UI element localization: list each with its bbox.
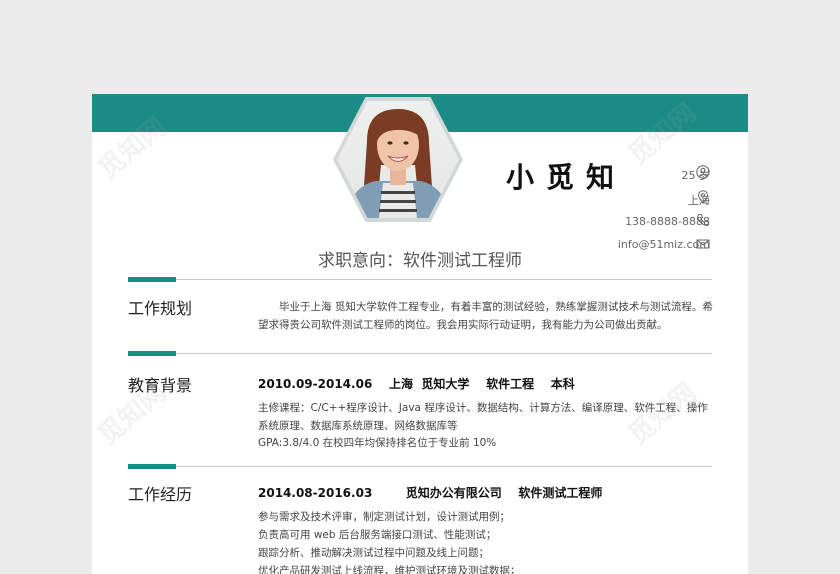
section-divider (128, 279, 712, 280)
education-gpa: GPA:3.8/4.0 在校四年均保持排名位于专业前 10% (258, 437, 497, 449)
work-item: 参与需求及技术评审，制定测试计划，设计测试用例； (258, 511, 510, 523)
location-pin-icon (697, 190, 709, 204)
work-item: 负责高可用 web 后台服务端接口测试、性能测试； (258, 529, 497, 541)
section-accent-bar (128, 277, 176, 282)
section-title-plan: 工作规划 (128, 299, 193, 318)
section-accent-bar (128, 351, 176, 356)
work-headline: 2014.08-2016.03 觅知办公有限公司 软件测试工程师 (258, 486, 603, 500)
work-item: 跟踪分析、推动解决测试过程中问题及线上问题； (258, 547, 489, 559)
education-courses: 主修课程：C/C++程序设计、Java 程序设计、数据结构、计算方法、编译原理、… (258, 402, 708, 432)
candidate-name: 小觅知 (506, 161, 627, 194)
portrait-illustration (345, 109, 451, 218)
section-title-work: 工作经历 (128, 485, 193, 504)
job-objective: 求职意向：软件测试工程师 (318, 251, 522, 271)
section-divider (128, 466, 712, 467)
plan-text: 毕业于上海 觅知大学软件工程专业，有着丰富的测试经验，熟练掌握测试技术与测试流程… (258, 301, 713, 331)
section-title-education: 教育背景 (128, 376, 193, 395)
person-icon (696, 165, 710, 179)
profile-photo (337, 101, 459, 218)
phone-icon (697, 214, 709, 226)
work-item: 优化产品研发测试上线流程，维护测试环境及测试数据； (258, 565, 521, 574)
resume-page: 觅知网 觅知网 觅知网 觅知网 觅知网 小觅知 25 岁 (92, 94, 748, 574)
section-divider (128, 353, 712, 354)
section-accent-bar (128, 464, 176, 469)
education-headline: 2010.09-2014.06 上海 觅知大学 软件工程 本科 (258, 377, 575, 391)
